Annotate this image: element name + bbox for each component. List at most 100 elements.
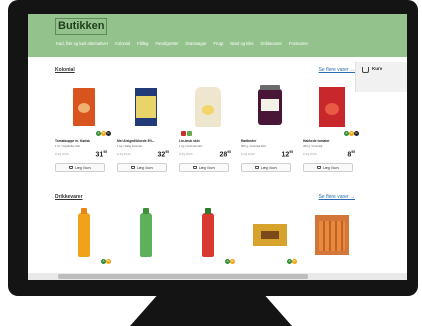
product-image[interactable] xyxy=(179,78,237,136)
scrollbar-thumb[interactable] xyxy=(58,274,308,279)
eco-label-icon xyxy=(181,131,186,136)
product-subtitle: 1 kg / Kolonial skin xyxy=(179,144,203,148)
price: 1295 xyxy=(281,150,293,159)
product-row-drinks: A B A B A B xyxy=(55,206,365,264)
section-header-kolonial: Kolonial Se flere varer → xyxy=(55,67,355,75)
product-card[interactable]: A B xyxy=(241,206,299,264)
unit-price: kr./kg 24,00 xyxy=(241,153,255,156)
product-image[interactable]: A B xyxy=(241,206,299,264)
eco-labels xyxy=(181,131,192,136)
nav-item-fruit[interactable]: Frugt xyxy=(213,41,223,46)
horizontal-scrollbar[interactable] xyxy=(28,273,407,280)
product-card[interactable]: Rødbeder 500 g / Kolonial Mrk. kr./kg 24… xyxy=(241,78,299,172)
product-image[interactable] xyxy=(117,206,175,264)
price-row: kr./kg 20,00 895 xyxy=(303,150,361,161)
nutri-badges: A B xyxy=(287,259,297,264)
bottle-icon xyxy=(78,208,90,257)
product-card[interactable] xyxy=(303,206,361,264)
monitor-scene: Butikken Kød, fisk og kød alternativer K… xyxy=(0,0,422,326)
add-to-cart-button[interactable]: Læg i kurv xyxy=(303,163,353,172)
product-image[interactable]: A B xyxy=(179,206,237,264)
shopping-bag-icon xyxy=(130,165,135,170)
add-to-cart-label: Læg i kurv xyxy=(136,165,154,170)
product-card[interactable]: A B C Tomatsuppe m. Kødsk 1 ltr. / Kødbo… xyxy=(55,78,113,172)
product-name[interactable]: Hakkede tomater xyxy=(303,139,361,143)
category-nav: Kød, fisk og kød alternativer Kolonial F… xyxy=(56,41,315,46)
crate-icon xyxy=(315,215,349,255)
add-to-cart-label: Læg i kurv xyxy=(260,165,278,170)
carton-package-icon xyxy=(319,87,345,127)
price-row: kr./kg 24,00 1295 xyxy=(241,150,299,161)
badge-b: B xyxy=(230,259,235,264)
unit-price: kr./kg 32,00 xyxy=(117,153,131,156)
product-subtitle: 390 g / Kolonial xyxy=(303,144,323,148)
soup-package-icon xyxy=(73,88,95,126)
price: 2895 xyxy=(219,150,231,159)
badge-c: C xyxy=(354,131,359,136)
product-card[interactable]: Lin-bruk skin 1 kg / Kolonial skin kr./k… xyxy=(179,78,237,172)
shopping-bag-icon xyxy=(316,165,321,170)
product-image[interactable] xyxy=(241,78,299,136)
shopping-bag-icon xyxy=(362,67,369,73)
product-image[interactable] xyxy=(117,78,175,136)
section-title[interactable]: Drikkevarer xyxy=(55,194,83,200)
product-name[interactable]: Lin-bruk skin xyxy=(179,139,237,143)
product-name[interactable]: Rødbeder xyxy=(241,139,299,143)
product-image[interactable] xyxy=(303,206,361,264)
nav-item-falleg[interactable]: Fålleg xyxy=(137,41,148,46)
product-name[interactable]: Mel Alsiged/bloede 8%... xyxy=(117,139,175,143)
add-to-cart-label: Læg i kurv xyxy=(198,165,216,170)
price-row: kr./kg 28,00 2895 xyxy=(179,150,237,161)
product-subtitle: 500 g / Kolonial Mrk. xyxy=(241,144,267,148)
add-to-cart-button[interactable]: Læg i kurv xyxy=(55,163,105,172)
unit-price: kr./kg 28,00 xyxy=(179,153,193,156)
product-card[interactable]: A B xyxy=(179,206,237,264)
product-subtitle: 1 kg / Dalig Kolonial xyxy=(117,144,142,148)
package-icon xyxy=(253,224,287,246)
bottle-icon xyxy=(202,208,214,257)
nav-item-kolonial[interactable]: Kolonial xyxy=(115,41,130,46)
nav-item-meat[interactable]: Kød, fisk og kød alternativer xyxy=(56,41,108,46)
shopping-bag-icon xyxy=(254,165,259,170)
nav-item-frozen[interactable]: Frostvarer xyxy=(289,41,308,46)
bottle-icon xyxy=(140,208,152,257)
section-header-drinks: Drikkevarer Se flere varer → xyxy=(55,194,355,202)
browser-viewport: Butikken Kød, fisk og kød alternativer K… xyxy=(28,14,407,280)
nav-item-bread[interactable]: Brød og kiks xyxy=(230,41,253,46)
add-to-cart-button[interactable]: Læg i kurv xyxy=(117,163,167,172)
nutri-badges: A B C xyxy=(344,131,359,136)
site-header: Butikken Kød, fisk og kød alternativer K… xyxy=(28,14,407,57)
product-card[interactable]: A B xyxy=(55,206,113,264)
cart-label: Kurv xyxy=(372,66,383,71)
price: 3195 xyxy=(95,150,107,159)
product-image[interactable]: A B C xyxy=(303,78,361,136)
see-more-link[interactable]: Se flere varer → xyxy=(319,67,355,73)
nav-item-ready-meals[interactable]: Færdigretter xyxy=(155,41,178,46)
product-name[interactable]: Tomatsuppe m. Kødsk xyxy=(55,139,113,143)
nav-item-drinks[interactable]: Drikkevarer xyxy=(261,41,282,46)
product-image[interactable]: A B C xyxy=(55,78,113,136)
add-to-cart-button[interactable]: Læg i kurv xyxy=(241,163,291,172)
nav-item-dromsager[interactable]: Drømsager xyxy=(186,41,207,46)
price: 3295 xyxy=(157,150,169,159)
nutri-badges: A B C xyxy=(96,131,111,136)
badge-b: B xyxy=(292,259,297,264)
add-to-cart-button[interactable]: Læg i kurv xyxy=(179,163,229,172)
pouch-package-icon xyxy=(195,87,221,127)
product-card[interactable]: A B C Hakkede tomater 390 g / Kolonial k… xyxy=(303,78,361,172)
jar-icon xyxy=(258,85,282,125)
product-image[interactable]: A B xyxy=(55,206,113,264)
section-title[interactable]: Kolonial xyxy=(55,67,75,73)
add-to-cart-label: Læg i kurv xyxy=(74,165,92,170)
nutri-badges: A B xyxy=(101,259,111,264)
badge-c: C xyxy=(106,131,111,136)
product-card[interactable]: Mel Alsiged/bloede 8%... 1 kg / Dalig Ko… xyxy=(117,78,175,172)
price-row: kr./kg 30,00 3195 xyxy=(55,150,113,161)
badge-b: B xyxy=(106,259,111,264)
site-logo[interactable]: Butikken xyxy=(55,18,108,35)
see-more-link[interactable]: Se flere varer → xyxy=(319,194,355,200)
nutri-badges: A B xyxy=(225,259,235,264)
price: 895 xyxy=(347,150,355,159)
product-card[interactable] xyxy=(117,206,175,264)
product-row-kolonial: A B C Tomatsuppe m. Kødsk 1 ltr. / Kødbo… xyxy=(55,78,365,172)
